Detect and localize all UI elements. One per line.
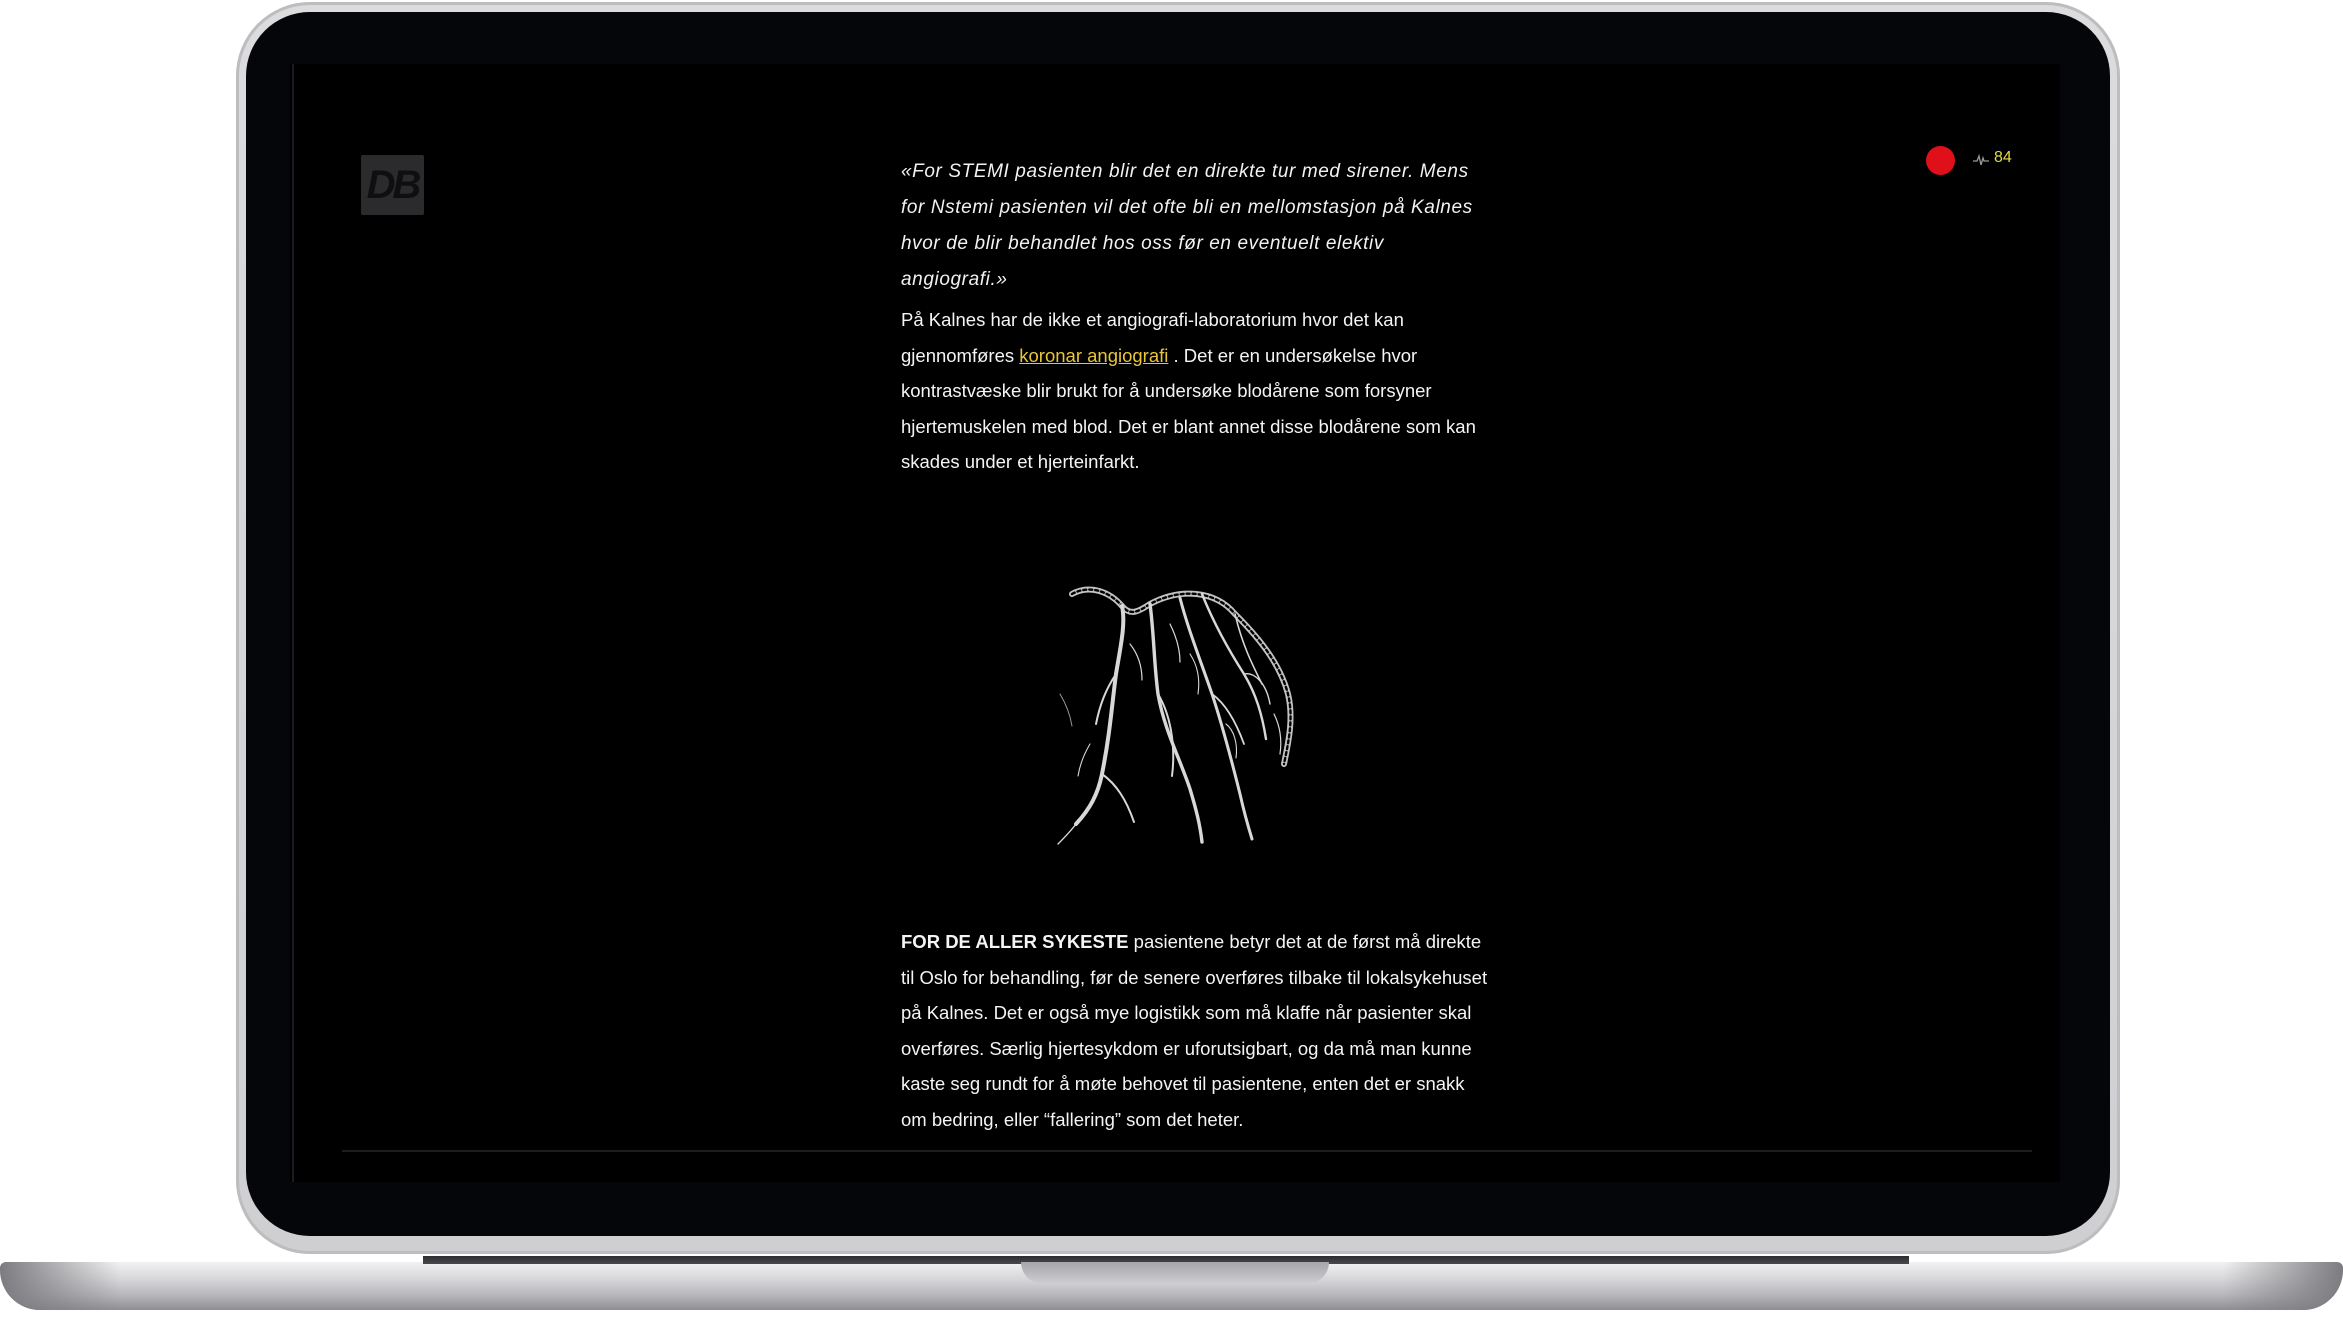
laptop-mockup: DB 84 «For STEMI pasienten blir det en d… (0, 0, 2343, 1328)
recording-indicator-icon (1926, 146, 1955, 175)
db-logo[interactable]: DB (361, 155, 424, 215)
heartbeat-icon (1973, 153, 1989, 166)
paragraph-2-text: pasientene betyr det at de først må dire… (901, 931, 1488, 1130)
coronary-artery-illustration (1057, 586, 1294, 845)
bottom-divider (342, 1150, 2032, 1152)
article-paragraph-2: FOR DE ALLER SYKESTE pasientene betyr de… (901, 924, 1491, 1138)
article-paragraph-1: På Kalnes har de ikke et angiografi-labo… (901, 302, 1491, 480)
browser-screen: DB 84 «For STEMI pasienten blir det en d… (290, 64, 2060, 1182)
laptop-base-shade-right (2223, 1262, 2343, 1310)
logo-text: DB (366, 162, 422, 207)
pulse-value: 84 (1994, 149, 2012, 166)
article-quote: «For STEMI pasienten blir det en direkte… (901, 161, 1473, 290)
left-divider (292, 64, 294, 1182)
paragraph-2-lead: FOR DE ALLER SYKESTE (901, 931, 1129, 952)
laptop-base-shade-left (0, 1262, 120, 1310)
koronar-angiografi-link[interactable]: koronar angiografi (1019, 345, 1168, 366)
laptop-opening-notch (1021, 1262, 1329, 1284)
